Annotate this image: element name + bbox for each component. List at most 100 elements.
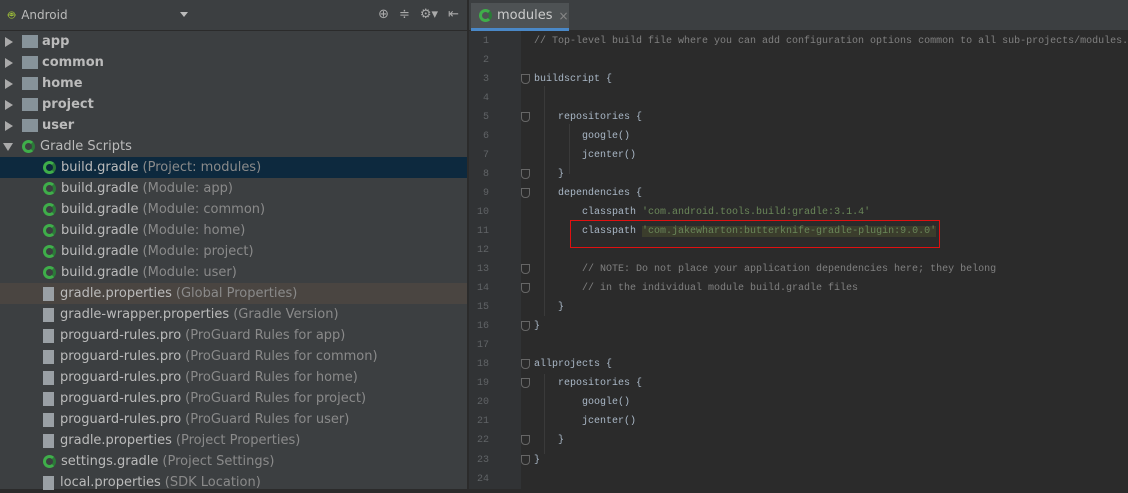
tree-item[interactable]: app <box>0 31 467 52</box>
tree-item-label: user <box>42 118 75 133</box>
code-token: buildscript { <box>534 73 613 85</box>
fold-marker-icon[interactable] <box>521 435 530 446</box>
tree-item[interactable]: proguard-rules.pro (ProGuard Rules for co… <box>0 346 467 367</box>
tree-item[interactable]: proguard-rules.pro (ProGuard Rules for ap… <box>0 325 467 346</box>
tree-item-label: proguard-rules.pro <box>60 349 182 364</box>
close-icon[interactable]: × <box>559 9 569 23</box>
tree-item-annotation: (Project: modules) <box>142 160 262 175</box>
line-number: 20 <box>476 397 489 409</box>
fold-marker-icon[interactable] <box>521 359 530 370</box>
tree-item[interactable]: build.gradle (Project: modules) <box>0 157 467 178</box>
code-line: 17 <box>469 336 1128 355</box>
gear-icon[interactable]: ⚙▾ <box>420 7 438 22</box>
editor-tabs: modules × <box>469 0 1128 31</box>
tree-item-label: app <box>42 34 70 49</box>
fold-marker-icon[interactable] <box>521 187 530 198</box>
file-icon <box>43 475 54 490</box>
expand-arrow-icon[interactable] <box>5 79 13 89</box>
tree-item[interactable]: proguard-rules.pro (ProGuard Rules for us… <box>0 409 467 430</box>
tree-item[interactable]: build.gradle (Module: home) <box>0 220 467 241</box>
code-token: // in the individual module build.gradle… <box>534 283 859 295</box>
tree-item-label: proguard-rules.pro <box>60 370 182 385</box>
collapse-arrow-icon[interactable] <box>3 143 13 151</box>
line-number: 18 <box>476 359 489 371</box>
line-number: 15 <box>476 302 489 314</box>
tree-item[interactable]: project <box>0 94 467 115</box>
line-number: 4 <box>482 92 489 104</box>
android-icon: 🤖︎ <box>8 7 16 22</box>
code-line: 1 // Top-level build file where you can a… <box>469 32 1128 51</box>
hide-panel-icon[interactable]: ⇤ <box>448 7 459 22</box>
fold-marker-icon[interactable] <box>521 454 530 465</box>
code-token: } <box>534 435 565 447</box>
tree-item[interactable]: build.gradle (Module: common) <box>0 199 467 220</box>
code-line: 2 <box>469 51 1128 70</box>
module-folder-icon <box>22 119 38 132</box>
code-line: 18 allprojects { <box>469 355 1128 374</box>
line-number: 1 <box>482 35 489 47</box>
tree-item[interactable]: gradle.properties (Project Properties) <box>0 430 467 451</box>
code-token: allprojects { <box>534 359 613 371</box>
chevron-down-icon[interactable] <box>180 12 188 17</box>
expand-arrow-icon[interactable] <box>5 121 13 131</box>
project-view-header: 🤖︎ Android ⊕ ≑ ⚙▾ ⇤ <box>0 0 467 31</box>
tree-item[interactable]: Gradle Scripts <box>0 136 467 157</box>
fold-marker-icon[interactable] <box>521 321 530 332</box>
code-token: dependencies { <box>534 187 643 199</box>
code-token: repositories { <box>534 378 643 390</box>
highlight-box <box>570 220 940 248</box>
line-number: 17 <box>476 340 489 352</box>
line-number: 6 <box>482 130 489 142</box>
expand-arrow-icon[interactable] <box>5 100 13 110</box>
tree-item[interactable]: home <box>0 73 467 94</box>
tree-item[interactable]: gradle.properties (Global Properties) <box>0 283 467 304</box>
tree-item-label: gradle.properties <box>60 433 172 448</box>
locate-icon[interactable]: ⊕ <box>378 7 389 22</box>
code-line: 24 <box>469 470 1128 489</box>
tree-item[interactable]: proguard-rules.pro (ProGuard Rules for pr… <box>0 388 467 409</box>
tree-item-label: settings.gradle <box>61 454 159 469</box>
expand-arrow-icon[interactable] <box>5 58 13 68</box>
code-token: 'com.android.tools.build:gradle:3.1.4' <box>642 206 871 218</box>
gradle-icon <box>43 182 56 195</box>
fold-marker-icon[interactable] <box>521 283 530 294</box>
code-editor[interactable]: 1 // Top-level build file where you can a… <box>469 31 1128 489</box>
line-number: 5 <box>482 111 489 123</box>
tree-item[interactable]: user <box>0 115 467 136</box>
view-selector[interactable]: Android <box>21 8 67 22</box>
line-number: 14 <box>476 283 489 295</box>
code-line: 20 google() <box>469 393 1128 412</box>
tree-item-annotation: (Module: project) <box>142 244 254 259</box>
tree-item[interactable]: common <box>0 52 467 73</box>
code-token: } <box>534 302 565 314</box>
gradle-icon <box>43 266 56 279</box>
gradle-icon <box>43 455 56 468</box>
fold-marker-icon[interactable] <box>521 111 530 122</box>
tree-item-label: project <box>42 97 94 112</box>
fold-marker-icon[interactable] <box>521 378 530 389</box>
tree-item[interactable]: gradle-wrapper.properties (Gradle Version… <box>0 304 467 325</box>
expand-arrow-icon[interactable] <box>5 37 13 47</box>
tree-item[interactable]: build.gradle (Module: project) <box>0 241 467 262</box>
tab-modules[interactable]: modules × <box>471 3 569 31</box>
fold-marker-icon[interactable] <box>521 264 530 275</box>
tree-item-label: proguard-rules.pro <box>60 328 182 343</box>
code-line: 3 buildscript { <box>469 70 1128 89</box>
tree-item[interactable]: build.gradle (Module: app) <box>0 178 467 199</box>
tree-item[interactable]: local.properties (SDK Location) <box>0 472 467 493</box>
tree-item[interactable]: build.gradle (Module: user) <box>0 262 467 283</box>
fold-marker-icon[interactable] <box>521 168 530 179</box>
tree-item-annotation: (Gradle Version) <box>233 307 339 322</box>
module-folder-icon <box>22 77 38 90</box>
collapse-all-icon[interactable]: ≑ <box>399 7 410 22</box>
file-icon <box>43 391 54 406</box>
code-line: 23} <box>469 451 1128 470</box>
tree-item[interactable]: proguard-rules.pro (ProGuard Rules for ho… <box>0 367 467 388</box>
line-number: 22 <box>476 435 489 447</box>
fold-marker-icon[interactable] <box>521 73 530 84</box>
tree-item[interactable]: settings.gradle (Project Settings) <box>0 451 467 472</box>
gradle-icon <box>479 9 492 22</box>
tree-item-label: local.properties <box>60 475 161 490</box>
tab-label: modules <box>497 8 553 23</box>
tree-item-annotation: (ProGuard Rules for app) <box>185 328 346 343</box>
